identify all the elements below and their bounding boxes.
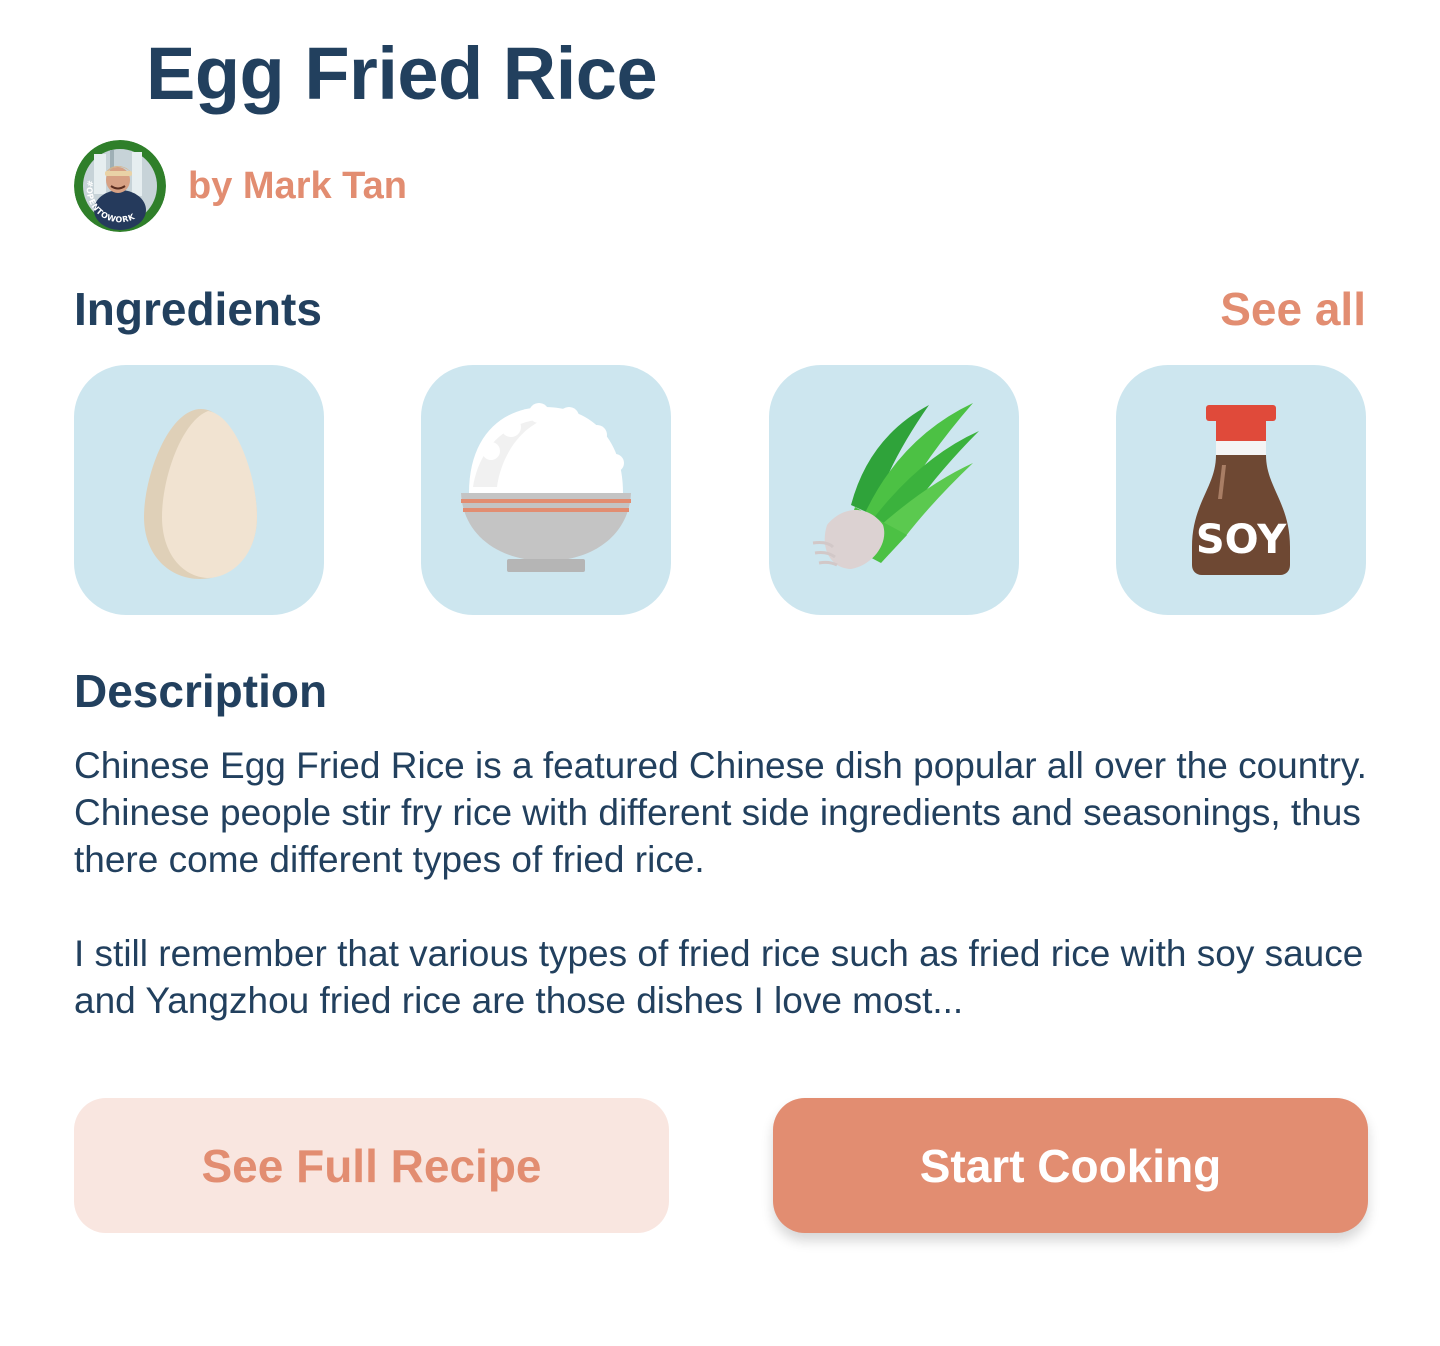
start-cooking-button[interactable]: Start Cooking	[773, 1098, 1368, 1233]
see-all-link[interactable]: See all	[1220, 282, 1366, 336]
ingredient-tile-scallion[interactable]	[768, 365, 1019, 615]
ingredient-tile-soy[interactable]: SOY	[1115, 365, 1366, 615]
egg-icon	[144, 409, 257, 579]
author-avatar[interactable]: #OPENTOWORK	[74, 140, 166, 232]
recipe-title: Egg Fried Rice	[146, 32, 658, 115]
author-row: #OPENTOWORK by Mark Tan	[74, 140, 407, 232]
description-heading: Description	[74, 665, 328, 717]
description-paragraph: Chinese Egg Fried Rice is a featured Chi…	[74, 745, 1367, 880]
soy-label: SOY	[1196, 517, 1287, 563]
ingredient-tile-rice[interactable]	[421, 365, 672, 615]
author-name[interactable]: by Mark Tan	[188, 165, 407, 208]
ingredients-list: SOY	[74, 365, 1366, 615]
rice-bowl-icon	[461, 403, 632, 572]
description-paragraph: I still remember that various types of f…	[74, 933, 1364, 1021]
avatar-image: #OPENTOWORK	[74, 140, 166, 232]
ingredients-header: Ingredients See all	[74, 282, 1366, 336]
soy-sauce-icon: SOY	[1191, 405, 1290, 575]
see-full-recipe-button[interactable]: See Full Recipe	[74, 1098, 669, 1233]
description-body: Chinese Egg Fried Rice is a featured Chi…	[74, 742, 1374, 1071]
scallion-icon	[812, 403, 979, 569]
ingredient-tile-egg[interactable]	[74, 365, 324, 615]
ingredients-heading: Ingredients	[74, 283, 322, 335]
